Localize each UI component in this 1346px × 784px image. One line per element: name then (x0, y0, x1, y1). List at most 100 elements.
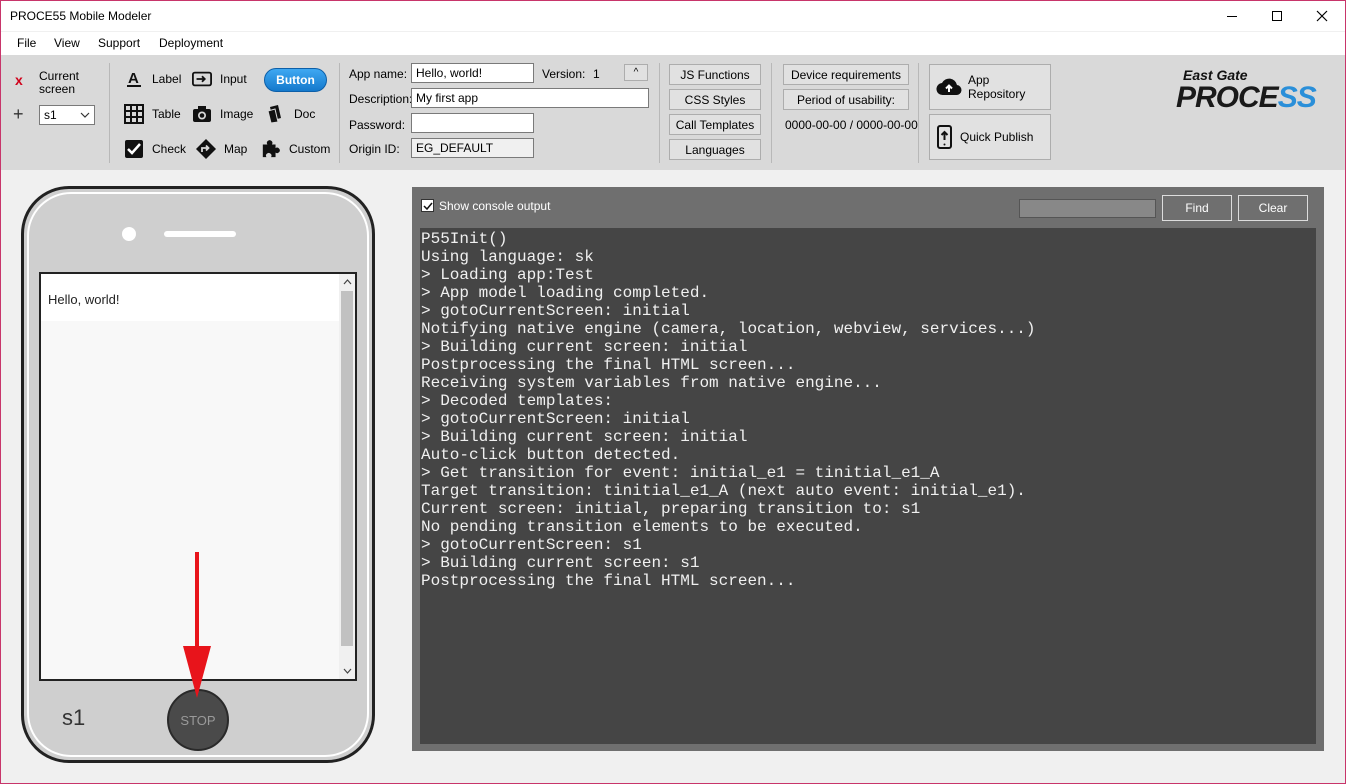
version-up-button[interactable]: ^ (624, 64, 648, 81)
console-line: Postprocessing the final HTML screen... (421, 356, 796, 374)
tool-label[interactable]: A Label (124, 69, 181, 89)
app-name-label: App name: (349, 67, 408, 81)
screen-scrollbar[interactable] (339, 274, 355, 679)
origin-id-label: Origin ID: (349, 142, 400, 156)
tool-image-text: Image (220, 107, 254, 121)
screen-label: Hello, world! (48, 292, 120, 307)
tool-table[interactable]: Table (124, 104, 181, 124)
close-icon (1316, 10, 1328, 22)
current-screen-label-2: screen (39, 82, 76, 96)
menu-file[interactable]: File (17, 36, 36, 50)
screen-select[interactable]: s1 (39, 105, 95, 125)
tool-map-text: Map (224, 142, 248, 156)
app-repository-button[interactable]: App Repository (929, 64, 1051, 110)
console-line: > Loading app:Test (421, 266, 594, 284)
separator (109, 63, 110, 163)
screen-content: Hello, world! (41, 274, 339, 321)
doc-icon (266, 104, 286, 124)
remove-screen-button[interactable]: x (15, 72, 23, 88)
logo-main-b: SS (1277, 81, 1317, 114)
toolbar: x Current screen + s1 A Label Input Butt… (1, 55, 1345, 170)
svg-text:A: A (128, 70, 139, 87)
description-field[interactable] (411, 88, 649, 108)
app-name-field[interactable] (411, 63, 534, 83)
scroll-up-icon[interactable] (339, 274, 355, 290)
separator (339, 63, 340, 163)
phone-speaker (164, 231, 236, 237)
chevron-down-icon (80, 112, 90, 118)
menu-support[interactable]: Support (98, 36, 140, 50)
find-input[interactable] (1019, 199, 1156, 218)
js-functions-button[interactable]: JS Functions (669, 64, 761, 85)
add-screen-button[interactable]: + (13, 104, 24, 125)
quick-publish-label: Quick Publish (960, 130, 1034, 144)
console-line: > Get transition for event: initial_e1 =… (421, 464, 940, 482)
console-line: Notifying native engine (camera, locatio… (421, 320, 1036, 338)
clear-button[interactable]: Clear (1238, 195, 1308, 221)
console-line: Current screen: initial, preparing trans… (421, 500, 921, 518)
origin-id-field[interactable] (411, 138, 534, 158)
maximize-button[interactable] (1254, 1, 1300, 31)
tool-input[interactable]: Input (192, 69, 247, 89)
tool-image[interactable]: Image (192, 104, 253, 124)
console-line: > App model loading completed. (421, 284, 710, 302)
password-label: Password: (349, 118, 406, 132)
password-field[interactable] (411, 113, 534, 133)
console-line: P55Init() (421, 230, 508, 248)
camera-icon (192, 104, 212, 124)
close-button[interactable] (1299, 1, 1345, 31)
scroll-thumb[interactable] (341, 291, 353, 646)
console-line: > Building current screen: initial (421, 428, 748, 446)
tool-button[interactable]: Button (264, 68, 327, 92)
menu-bar: File View Support Deployment (1, 32, 1345, 55)
show-console-checkbox[interactable] (421, 199, 434, 212)
label-icon: A (124, 69, 144, 89)
console-output[interactable]: P55Init() Using language: sk > Loading app… (420, 228, 1316, 744)
tool-check[interactable]: Check (124, 139, 186, 159)
minimize-button[interactable] (1209, 1, 1255, 31)
console-line: Using language: sk (421, 248, 594, 266)
table-icon (124, 104, 144, 124)
version-label: Version: (542, 67, 586, 81)
description-label: Description: (349, 92, 413, 106)
title-bar: PROCE55 Mobile Modeler (1, 1, 1345, 31)
input-icon (192, 69, 212, 89)
annotation-arrow-icon (183, 552, 211, 698)
tool-map[interactable]: Map (196, 139, 247, 159)
scroll-down-icon[interactable] (339, 663, 355, 679)
maximize-icon (1272, 11, 1282, 21)
tool-doc-text: Doc (294, 107, 316, 121)
languages-button[interactable]: Languages (669, 139, 761, 160)
show-console-label: Show console output (439, 199, 551, 213)
current-screen-name: s1 (62, 705, 86, 730)
tool-label-text: Label (152, 72, 182, 86)
console-line: Auto-click button detected. (421, 446, 681, 464)
css-styles-button[interactable]: CSS Styles (669, 89, 761, 110)
console-line: > Decoded templates: (421, 392, 614, 410)
menu-view[interactable]: View (54, 36, 80, 50)
cloud-upload-icon (936, 78, 962, 96)
menu-deployment[interactable]: Deployment (159, 36, 223, 50)
tool-doc[interactable]: Doc (266, 104, 315, 124)
checkmark-icon (422, 202, 433, 210)
console-line: Target transition: tinitial_e1_A (next a… (421, 482, 1026, 500)
puzzle-icon (261, 139, 281, 159)
separator (918, 63, 919, 163)
app-repository-label: App Repository (967, 73, 1026, 101)
call-templates-button[interactable]: Call Templates (669, 114, 761, 135)
separator (771, 63, 772, 163)
tool-custom[interactable]: Custom (261, 139, 330, 159)
directions-icon (196, 139, 216, 159)
quick-publish-button[interactable]: Quick Publish (929, 114, 1051, 160)
console-line: No pending transition elements to be exe… (421, 518, 863, 536)
device-requirements-button[interactable]: Device requirements (783, 64, 909, 85)
app-window: PROCE55 Mobile Modeler File View Support… (0, 0, 1346, 784)
logo-main-a: PROCE (1176, 81, 1279, 114)
tool-table-text: Table (152, 107, 181, 121)
find-button[interactable]: Find (1162, 195, 1232, 221)
mobile-upload-icon (937, 125, 952, 149)
console-line: > gotoCurrentScreen: s1 (421, 536, 642, 554)
process-logo: PROCESS (1176, 81, 1317, 115)
version-value: 1 (593, 67, 600, 81)
period-of-usability-button[interactable]: Period of usability: (783, 89, 909, 110)
